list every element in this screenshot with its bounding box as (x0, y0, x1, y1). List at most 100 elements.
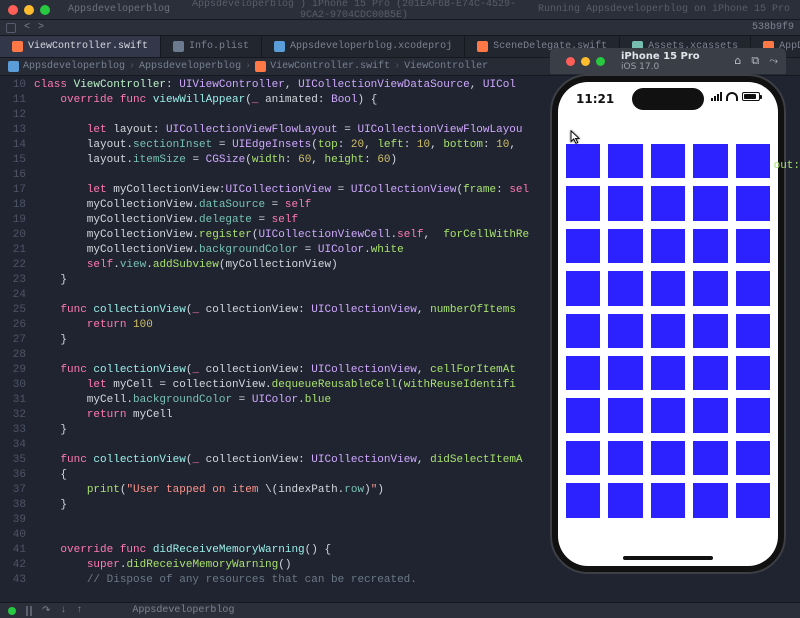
collection-cell[interactable] (736, 229, 770, 263)
collection-cell[interactable] (693, 356, 727, 390)
nav-fwd-icon[interactable]: > (38, 22, 44, 33)
battery-icon (742, 92, 760, 101)
editor-tab[interactable]: Info.plist (161, 36, 262, 57)
line-number: 19 (0, 213, 26, 228)
collection-cell[interactable] (651, 229, 685, 263)
device-bezel: 11:21 (550, 74, 786, 574)
sim-traffic-lights[interactable] (558, 57, 613, 66)
collection-cell[interactable] (736, 398, 770, 432)
collection-cell[interactable] (566, 314, 600, 348)
code-line[interactable]: // Dispose of any resources that can be … (34, 573, 800, 588)
collection-cell[interactable] (566, 356, 600, 390)
line-number: 10 (0, 78, 26, 93)
collection-cell[interactable] (693, 271, 727, 305)
sim-os-label: iOS 17.0 (621, 62, 700, 72)
nav-back-icon[interactable]: < (24, 22, 30, 33)
breadcrumb-segment[interactable]: ViewController.swift (270, 61, 390, 72)
collection-cell[interactable] (736, 356, 770, 390)
collection-cell[interactable] (608, 271, 642, 305)
collection-cell[interactable] (693, 483, 727, 517)
collection-cell[interactable] (693, 398, 727, 432)
sidebar-toggle-icon[interactable] (6, 23, 16, 33)
collection-cell[interactable] (736, 186, 770, 220)
zoom-icon[interactable] (596, 57, 605, 66)
collection-cell[interactable] (693, 441, 727, 475)
collection-cell[interactable] (608, 314, 642, 348)
window-traffic-lights[interactable] (0, 5, 58, 15)
collection-cell[interactable] (693, 144, 727, 178)
debug-bar: ↷ ↓ ↑ Appsdeveloperblog (0, 602, 800, 618)
step-out-icon[interactable]: ↑ (76, 605, 82, 616)
screenshot-icon[interactable]: ⧉ (751, 54, 759, 68)
editor-tab[interactable]: Appsdeveloperblog.xcodeproj (262, 36, 465, 57)
collection-view[interactable] (558, 126, 778, 552)
running-indicator-icon (8, 607, 16, 615)
collection-cell[interactable] (566, 229, 600, 263)
line-number: 25 (0, 303, 26, 318)
line-number: 39 (0, 513, 26, 528)
project-name: Appsdeveloperblog (68, 4, 170, 15)
collection-cell[interactable] (566, 271, 600, 305)
line-number: 16 (0, 168, 26, 183)
zoom-icon[interactable] (40, 5, 50, 15)
line-number: 22 (0, 258, 26, 273)
editor-tab[interactable]: ViewController.swift (0, 36, 161, 57)
line-number: 18 (0, 198, 26, 213)
step-over-icon[interactable]: ↷ (42, 605, 50, 617)
swift-file-icon (477, 41, 488, 52)
line-number: 40 (0, 528, 26, 543)
collection-cell[interactable] (651, 314, 685, 348)
collection-cell[interactable] (566, 483, 600, 517)
proj-file-icon (274, 41, 285, 52)
collection-cell[interactable] (608, 356, 642, 390)
collection-cell[interactable] (736, 271, 770, 305)
step-in-icon[interactable]: ↓ (60, 605, 66, 616)
close-icon[interactable] (8, 5, 18, 15)
collection-cell[interactable] (651, 441, 685, 475)
pause-icon[interactable] (26, 606, 28, 616)
simulator-window[interactable]: iPhone 15 Pro iOS 17.0 ⌂ ⧉ ⤳ 11:21 (550, 48, 786, 574)
collection-cell[interactable] (693, 186, 727, 220)
breadcrumb-segment[interactable]: ViewController (404, 61, 488, 72)
collection-cell[interactable] (608, 229, 642, 263)
collection-cell[interactable] (651, 144, 685, 178)
collection-cell[interactable] (736, 144, 770, 178)
tab-label: Info.plist (189, 41, 249, 52)
collection-cell[interactable] (736, 314, 770, 348)
breadcrumb-segment[interactable]: Appsdeveloperblog (139, 61, 241, 72)
secondary-toolbar: < > 538b9f9 (0, 20, 800, 36)
collection-cell[interactable] (608, 144, 642, 178)
collection-cell[interactable] (651, 186, 685, 220)
breadcrumb-segment[interactable]: Appsdeveloperblog (23, 61, 125, 72)
collection-cell[interactable] (651, 356, 685, 390)
collection-cell[interactable] (608, 398, 642, 432)
collection-cell[interactable] (651, 398, 685, 432)
line-number: 21 (0, 243, 26, 258)
home-icon[interactable]: ⌂ (734, 54, 741, 68)
collection-cell[interactable] (736, 441, 770, 475)
close-icon[interactable] (566, 57, 575, 66)
collection-cell[interactable] (608, 186, 642, 220)
device-screen[interactable]: 11:21 (558, 82, 778, 566)
collection-cell[interactable] (651, 483, 685, 517)
collection-cell[interactable] (651, 271, 685, 305)
collection-cell[interactable] (608, 441, 642, 475)
line-number: 33 (0, 423, 26, 438)
pause-icon[interactable] (30, 606, 32, 616)
home-indicator[interactable] (623, 556, 713, 560)
collection-cell[interactable] (566, 144, 600, 178)
collection-cell[interactable] (566, 398, 600, 432)
rotate-icon[interactable]: ⤳ (769, 54, 778, 68)
scheme-label[interactable]: Appsdeveloperblog (132, 605, 234, 616)
minimize-icon[interactable] (581, 57, 590, 66)
collection-cell[interactable] (608, 483, 642, 517)
collection-cell[interactable] (566, 441, 600, 475)
line-number: 14 (0, 138, 26, 153)
collection-cell[interactable] (693, 314, 727, 348)
branch-label: 538b9f9 (752, 22, 794, 33)
collection-cell[interactable] (736, 483, 770, 517)
line-number: 31 (0, 393, 26, 408)
minimize-icon[interactable] (24, 5, 34, 15)
collection-cell[interactable] (566, 186, 600, 220)
collection-cell[interactable] (693, 229, 727, 263)
